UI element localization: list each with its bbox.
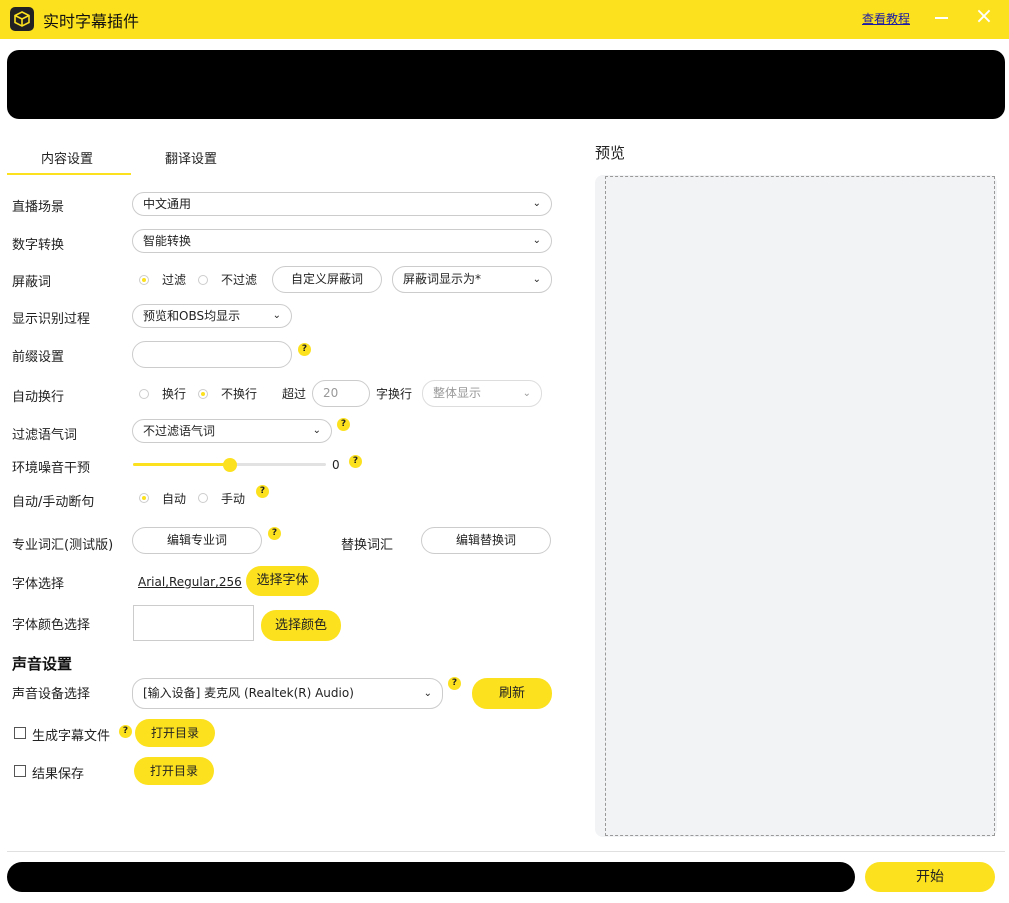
preview-area bbox=[605, 176, 995, 836]
app-title: 实时字幕插件 bbox=[43, 12, 140, 31]
open-result-dir-button[interactable]: 打开目录 bbox=[134, 757, 214, 785]
open-subtitle-dir-button[interactable]: 打开目录 bbox=[135, 719, 215, 747]
tab-translation-settings[interactable]: 翻译设置 bbox=[165, 148, 217, 167]
show-recognition-label: 显示识别过程 bbox=[12, 312, 91, 327]
number-conversion-value: 智能转换 bbox=[143, 234, 192, 248]
blocked-display-value: 屏蔽词显示为* bbox=[403, 272, 482, 286]
app-logo-icon bbox=[10, 7, 34, 31]
select-font-button[interactable]: 选择字体 bbox=[246, 566, 319, 596]
status-bar bbox=[7, 862, 855, 892]
chevron-down-icon: ⌄ bbox=[532, 274, 541, 285]
prefix-label: 前缀设置 bbox=[12, 350, 65, 365]
wrap-radio[interactable] bbox=[139, 389, 149, 399]
filter-filler-select[interactable]: 不过滤语气词 ⌄ bbox=[132, 419, 332, 443]
font-color-swatch[interactable] bbox=[133, 605, 254, 641]
filter-filler-help-icon[interactable]: ? bbox=[337, 418, 350, 431]
footer-divider bbox=[7, 851, 1005, 852]
replace-vocab-label: 替换词汇 bbox=[341, 538, 394, 553]
chevron-down-icon: ⌄ bbox=[272, 310, 281, 321]
font-color-label: 字体颜色选择 bbox=[12, 618, 91, 633]
chevron-down-icon: ⌄ bbox=[312, 425, 321, 436]
no-wrap-radio[interactable] bbox=[198, 389, 208, 399]
preview-label: 预览 bbox=[595, 144, 626, 162]
filter-filler-value: 不过滤语气词 bbox=[143, 424, 216, 438]
noise-value: 0 bbox=[332, 458, 340, 472]
blocked-display-select[interactable]: 屏蔽词显示为* ⌄ bbox=[392, 266, 552, 293]
edit-replace-button[interactable]: 编辑替换词 bbox=[421, 527, 551, 554]
tutorial-link[interactable]: 查看教程 bbox=[862, 10, 910, 27]
generate-subtitle-checkbox[interactable] bbox=[14, 727, 26, 739]
auto-segment-radio[interactable] bbox=[139, 493, 149, 503]
manual-segment-radio[interactable] bbox=[198, 493, 208, 503]
filter-radio-label: 过滤 bbox=[162, 273, 187, 287]
blocked-words-label: 屏蔽词 bbox=[12, 275, 52, 290]
chevron-down-icon: ⌄ bbox=[423, 688, 432, 699]
no-filter-radio-label: 不过滤 bbox=[221, 273, 258, 287]
start-button[interactable]: 开始 bbox=[865, 862, 995, 892]
font-label: 字体选择 bbox=[12, 577, 65, 592]
show-recognition-value: 预览和OBS均显示 bbox=[143, 309, 241, 323]
wrap-mode-select[interactable]: 整体显示 ⌄ bbox=[422, 380, 542, 407]
chevron-down-icon: ⌄ bbox=[532, 235, 541, 246]
prefix-input[interactable] bbox=[132, 341, 292, 368]
title-bar: 实时字幕插件 查看教程 × bbox=[0, 0, 1009, 39]
live-scene-select[interactable]: 中文通用 ⌄ bbox=[132, 192, 552, 216]
number-conversion-select[interactable]: 智能转换 ⌄ bbox=[132, 229, 552, 253]
show-recognition-select[interactable]: 预览和OBS均显示 ⌄ bbox=[132, 304, 292, 328]
vocab-help-icon[interactable]: ? bbox=[268, 527, 281, 540]
tab-content-settings[interactable]: 内容设置 bbox=[41, 148, 93, 167]
noise-label: 环境噪音干预 bbox=[12, 461, 91, 476]
generate-subtitle-label: 生成字幕文件 bbox=[32, 729, 111, 744]
generate-subtitle-help-icon[interactable]: ? bbox=[119, 725, 132, 738]
sound-settings-title: 声音设置 bbox=[12, 655, 73, 673]
noise-slider-fill bbox=[133, 463, 230, 466]
manual-segment-label: 手动 bbox=[221, 492, 246, 506]
wrap-mode-value: 整体显示 bbox=[433, 386, 482, 400]
vocab-label: 专业词汇(测试版) bbox=[12, 538, 114, 553]
edit-vocab-button[interactable]: 编辑专业词 bbox=[132, 527, 262, 554]
live-scene-label: 直播场景 bbox=[12, 200, 65, 215]
minimize-icon[interactable] bbox=[935, 17, 948, 19]
save-result-checkbox[interactable] bbox=[14, 765, 26, 777]
sound-device-value: [输入设备] 麦克风 (Realtek(R) Audio) bbox=[143, 686, 354, 700]
noise-help-icon[interactable]: ? bbox=[349, 455, 362, 468]
filter-filler-label: 过滤语气词 bbox=[12, 428, 78, 443]
wrap-radio-label: 换行 bbox=[162, 387, 187, 401]
custom-blocked-words-button[interactable]: 自定义屏蔽词 bbox=[272, 266, 382, 293]
close-icon[interactable]: × bbox=[973, 6, 995, 28]
auto-segment-label: 自动 bbox=[162, 492, 187, 506]
live-scene-value: 中文通用 bbox=[143, 197, 192, 211]
select-color-button[interactable]: 选择颜色 bbox=[261, 610, 341, 641]
auto-wrap-label: 自动换行 bbox=[12, 390, 65, 405]
no-filter-radio[interactable] bbox=[198, 275, 208, 285]
no-wrap-radio-label: 不换行 bbox=[221, 387, 258, 401]
refresh-button[interactable]: 刷新 bbox=[472, 678, 552, 709]
number-conversion-label: 数字转换 bbox=[12, 238, 65, 253]
exceed-label: 超过 bbox=[282, 387, 307, 401]
active-tab-indicator bbox=[7, 173, 131, 175]
font-value-link[interactable]: Arial,Regular,256 bbox=[138, 575, 242, 589]
sound-device-label: 声音设备选择 bbox=[12, 687, 91, 702]
segmentation-label: 自动/手动断句 bbox=[12, 495, 95, 510]
wrap-suffix-label: 字换行 bbox=[376, 387, 413, 401]
save-result-label: 结果保存 bbox=[32, 767, 85, 782]
chevron-down-icon: ⌄ bbox=[532, 198, 541, 209]
noise-slider-handle[interactable] bbox=[222, 458, 237, 472]
exceed-chars-input[interactable]: 20 bbox=[312, 380, 370, 407]
prefix-help-icon[interactable]: ? bbox=[298, 343, 311, 356]
sound-device-help-icon[interactable]: ? bbox=[448, 677, 461, 690]
chevron-down-icon: ⌄ bbox=[522, 388, 531, 399]
filter-radio[interactable] bbox=[139, 275, 149, 285]
segmentation-help-icon[interactable]: ? bbox=[256, 485, 269, 498]
sound-device-select[interactable]: [输入设备] 麦克风 (Realtek(R) Audio) ⌄ bbox=[132, 678, 443, 709]
subtitle-banner bbox=[7, 50, 1005, 119]
